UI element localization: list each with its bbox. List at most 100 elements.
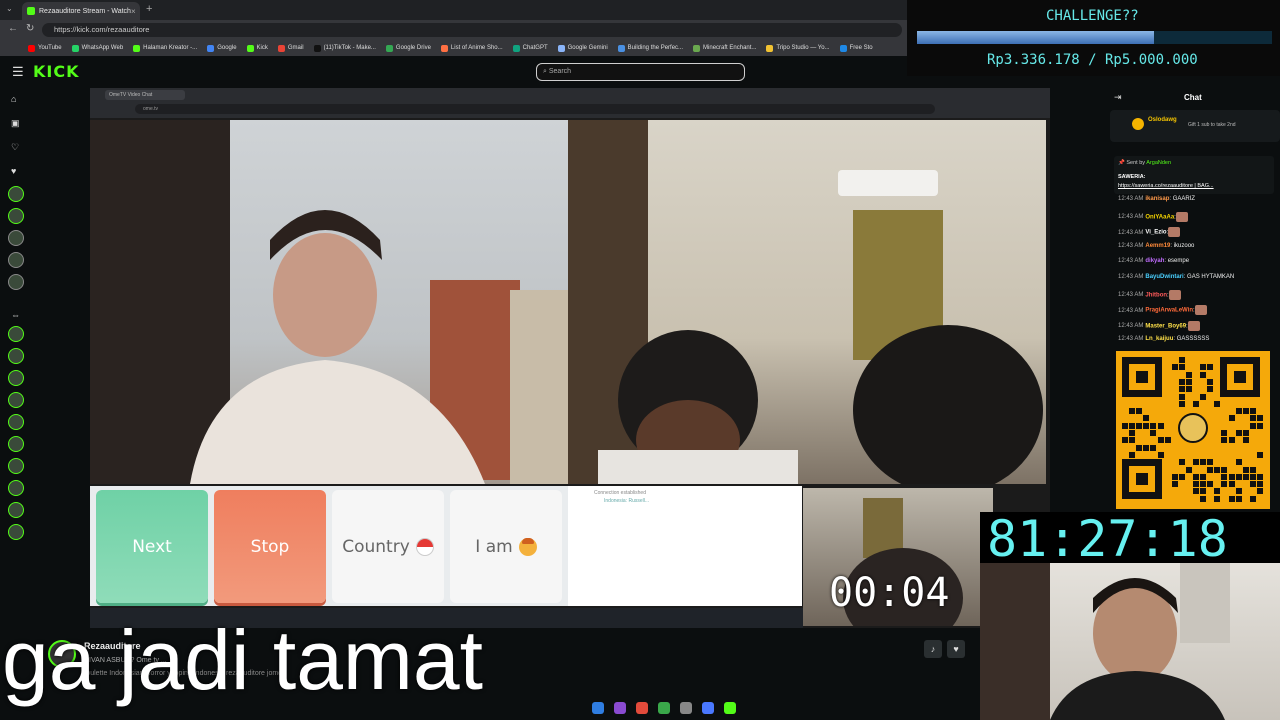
notification-bell-icon[interactable]: ♪ <box>924 640 942 658</box>
address-bar[interactable]: https://kick.com/rezaauditore <box>42 23 902 37</box>
follow-heart-icon[interactable]: ♥ <box>947 640 965 658</box>
bookmark-item[interactable]: Google Drive <box>385 44 431 52</box>
channel-avatar[interactable] <box>8 186 24 202</box>
channel-avatar[interactable] <box>8 230 24 246</box>
favorite-icon[interactable]: ♥ <box>11 166 16 176</box>
chat-username[interactable]: BayuDwintari <box>1145 274 1183 280</box>
taskbar-app-icon[interactable] <box>680 702 692 714</box>
bookmark-item[interactable]: Gmail <box>277 44 304 52</box>
bookmark-item[interactable]: Halaman Kreator -... <box>133 44 197 52</box>
bookmark-label: Free Sto <box>849 45 873 51</box>
channel-avatar[interactable] <box>8 414 24 430</box>
expand-icon[interactable]: ⇔ <box>11 310 20 320</box>
channel-avatar[interactable] <box>8 436 24 452</box>
taskbar-app-icon[interactable] <box>592 702 604 714</box>
bookmark-item[interactable]: List of Anime Sho... <box>440 44 503 52</box>
bookmark-favicon-icon <box>28 44 35 52</box>
close-tab-icon[interactable]: × <box>131 7 136 16</box>
bookmark-item[interactable]: ChatGPT <box>512 44 548 52</box>
bookmark-item[interactable]: Free Sto <box>839 44 873 52</box>
channel-avatar[interactable] <box>8 458 24 474</box>
channel-avatar[interactable] <box>8 502 24 518</box>
chat-username[interactable]: dikyah <box>1145 258 1164 264</box>
taskbar-app-icon[interactable] <box>724 702 736 714</box>
challenge-progress-fill <box>917 31 1154 44</box>
facecam-illustration <box>980 563 1230 720</box>
channel-avatar[interactable] <box>8 326 24 342</box>
chat-username[interactable]: PragiArwaLeWin <box>1145 308 1193 314</box>
chat-username[interactable]: Vi_Ezio <box>1145 230 1166 236</box>
bookmark-favicon-icon <box>617 44 625 52</box>
taskbar-app-icon[interactable] <box>702 702 714 714</box>
channel-avatar[interactable] <box>8 208 24 224</box>
chat-emote-icon <box>1168 227 1181 238</box>
bookmark-favicon-icon <box>766 44 774 52</box>
tab-search-icon[interactable]: ⌄ <box>6 4 13 13</box>
chat-time: 12:43 AM <box>1118 336 1144 343</box>
search-input[interactable]: ⌕ Search <box>536 63 745 81</box>
bookmark-item[interactable]: WhatsApp Web <box>71 44 123 52</box>
collapse-chat-icon[interactable]: ⇥ <box>1114 92 1122 103</box>
kick-logo[interactable]: KICK <box>33 62 80 81</box>
new-tab-button[interactable]: + <box>146 3 152 15</box>
menu-icon[interactable]: ☰ <box>12 64 24 80</box>
bookmark-label: Kick <box>256 45 268 51</box>
chat-username[interactable]: Master_Boy69 <box>1145 323 1186 329</box>
taskbar-app-icon[interactable] <box>614 702 626 714</box>
bookmark-item[interactable]: Minecraft Enchant... <box>693 44 756 52</box>
browse-icon[interactable]: ▣ <box>11 118 20 129</box>
call-timer: 00:04 <box>829 570 950 616</box>
country-button[interactable]: Country <box>332 490 444 603</box>
video-frame-illustration <box>90 120 568 484</box>
tab-title: Rezaauditore Stream - Watch <box>39 7 131 15</box>
chat-username[interactable]: Aemm19 <box>1145 243 1170 249</box>
kick-favicon-icon <box>27 7 35 15</box>
bookmark-label: Tripo Studio — Yo... <box>776 45 830 51</box>
chat-message: 12:43 AM dikyah: esempe <box>1118 258 1189 264</box>
chat-time: 12:43 AM <box>1118 196 1144 202</box>
gender-button[interactable]: I am <box>450 490 562 603</box>
channel-avatar[interactable] <box>8 524 24 540</box>
bookmark-favicon-icon <box>693 44 701 52</box>
channel-avatar[interactable] <box>8 274 24 290</box>
chat-message: 12:43 AM Ln_kaijuu: GASSSSSS <box>1118 336 1209 342</box>
channel-avatar[interactable] <box>8 348 24 364</box>
taskbar-app-icon[interactable] <box>658 702 670 714</box>
reload-icon[interactable]: ↻ <box>26 23 34 34</box>
browser-tab[interactable]: Rezaauditore Stream - Watch × <box>22 2 140 20</box>
chat-text: : GAS HYTAMKAN <box>1183 274 1235 280</box>
channel-avatar[interactable] <box>8 392 24 408</box>
saweria-link[interactable]: https://saweria.co/rezaauditore | BAG... <box>1118 183 1214 189</box>
chat-username[interactable]: ikanisap <box>1145 196 1169 202</box>
following-icon[interactable]: ♡ <box>11 142 19 153</box>
bookmark-item[interactable]: Tripo Studio — Yo... <box>766 44 830 52</box>
stranger-country: Indonesia: Russell... <box>604 498 650 504</box>
bookmark-item[interactable]: YouTube <box>28 44 62 52</box>
bookmark-item[interactable]: Kick <box>246 44 268 52</box>
bookmark-item[interactable]: (11)TikTok - Make... <box>313 44 376 52</box>
back-icon[interactable]: ← <box>8 23 18 34</box>
channel-avatar[interactable] <box>8 480 24 496</box>
taskbar-app-icon[interactable] <box>636 702 648 714</box>
saweria-user: ArgaNden <box>1146 160 1172 166</box>
channel-avatar[interactable] <box>8 252 24 268</box>
bookmark-favicon-icon <box>313 44 321 52</box>
bookmark-item[interactable]: Building the Perfec... <box>617 44 683 52</box>
bookmark-label: ChatGPT <box>522 45 548 51</box>
chat-username[interactable]: Ln_kaijuu <box>1145 336 1173 342</box>
chat-message: 12:43 AM Master_Boy69: <box>1118 320 1200 331</box>
home-icon[interactable]: ⌂ <box>11 94 16 104</box>
saweria-qr-code <box>1116 351 1270 509</box>
chat-username[interactable]: OniYAaAa <box>1145 214 1174 220</box>
chat-message: 12:43 AM BayuDwintari: GAS HYTAMKAN <box>1118 274 1234 280</box>
saweria-label: SAWERIA: <box>1118 174 1146 180</box>
video-frame-illustration <box>568 120 1043 484</box>
bookmark-item[interactable]: Google <box>207 44 237 52</box>
chat-time: 12:43 AM <box>1118 258 1144 265</box>
bookmark-item[interactable]: Google Gemini <box>557 44 608 52</box>
next-button[interactable]: Next <box>96 490 208 603</box>
stop-button[interactable]: Stop <box>214 490 326 603</box>
chat-username[interactable]: Jhitbon <box>1145 292 1167 298</box>
channel-avatar[interactable] <box>8 370 24 386</box>
bookmark-favicon-icon <box>277 44 285 52</box>
